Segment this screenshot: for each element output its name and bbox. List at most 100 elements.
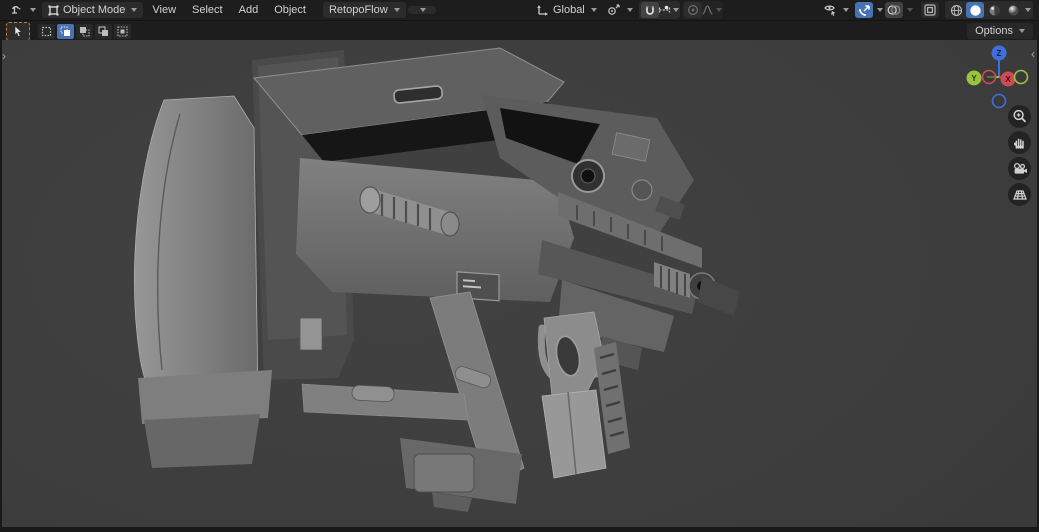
shading-wireframe-button[interactable] (947, 2, 965, 18)
3d-viewport[interactable]: › ‹ Z Y X (2, 40, 1037, 527)
menu-add[interactable]: Add (232, 2, 266, 18)
pan-button[interactable] (1008, 131, 1031, 154)
chevron-down-icon (877, 8, 884, 12)
axis-y-positive[interactable]: Y (966, 70, 982, 86)
proportional-circle-icon (687, 4, 699, 16)
chevron-down-icon (30, 8, 36, 12)
select-mode-set-button[interactable] (38, 23, 55, 39)
display-cluster (819, 1, 1034, 19)
camera-view-icon (1012, 162, 1028, 176)
select-invert-icon (98, 25, 109, 37)
gizmo-arrow-arc-icon (858, 4, 871, 17)
menu-object[interactable]: Object (267, 2, 313, 18)
toggle-xray-button[interactable] (921, 2, 940, 18)
rifle-3d-model[interactable] (2, 40, 1037, 527)
proportional-falloff-dropdown[interactable] (701, 2, 723, 18)
chevron-down-icon (393, 8, 400, 12)
navigation-gizmo[interactable]: Z Y X (962, 40, 1036, 114)
mode-selector-label: Object Mode (63, 4, 126, 16)
select-mode-subtract-button[interactable] (76, 23, 93, 39)
perspective-grid-button[interactable] (1008, 183, 1031, 206)
select-box-cursor-icon (12, 25, 24, 37)
select-mode-intersect-button[interactable] (114, 23, 131, 39)
editor-type-3d-viewport-icon (10, 4, 24, 16)
zoom-icon (1012, 109, 1027, 124)
axis-z-negative[interactable] (991, 93, 1007, 109)
chevron-down-icon (716, 8, 723, 12)
pivot-point-dropdown[interactable] (603, 2, 637, 18)
transform-cluster: Global (532, 1, 723, 19)
proportional-editing-toggle[interactable] (683, 2, 702, 18)
shading-material-button[interactable] (985, 2, 1003, 18)
toolbar-expand-arrow[interactable]: › (2, 50, 6, 62)
xray-squares-icon (924, 4, 936, 16)
chevron-down-icon (673, 8, 680, 12)
object-mode-icon (48, 5, 59, 16)
snap-increment-icon (658, 4, 671, 16)
select-extend-icon (60, 25, 71, 37)
chevron-down-icon (590, 8, 597, 12)
smooth-falloff-icon (701, 4, 714, 16)
rifle-geometry (134, 47, 740, 512)
menu-view[interactable]: View (145, 2, 183, 18)
show-gizmo-toggle[interactable] (855, 2, 874, 18)
wireframe-sphere-icon (950, 4, 963, 17)
pan-hand-icon (1012, 135, 1027, 150)
zoom-button[interactable] (1008, 105, 1031, 128)
magnet-icon (644, 4, 656, 16)
active-tool-button[interactable] (6, 21, 30, 41)
snapping-group (638, 1, 680, 19)
chevron-down-icon (907, 8, 914, 12)
shading-solid-button[interactable] (966, 2, 985, 18)
options-label: Options (975, 25, 1013, 37)
perspective-grid-icon (1012, 188, 1028, 202)
retopoflow-dropdown[interactable]: RetopoFlow (322, 2, 406, 18)
axis-x-positive[interactable]: X (1000, 71, 1016, 87)
rendered-sphere-icon (1007, 4, 1020, 17)
retopoflow-label: RetopoFlow (328, 4, 388, 16)
chevron-down-icon (843, 8, 850, 12)
proportional-editing-group (681, 1, 723, 19)
select-mode-invert-button[interactable] (95, 23, 112, 39)
material-preview-sphere-icon (988, 4, 1001, 17)
chevron-down-icon (419, 8, 426, 12)
camera-view-button[interactable] (1008, 157, 1031, 180)
blender-window: Object Mode View Select Add Object Retop… (0, 0, 1039, 532)
select-intersect-icon (117, 25, 128, 37)
select-subtract-icon (79, 26, 90, 37)
chevron-down-icon (131, 8, 138, 12)
select-mode-extend-button[interactable] (57, 23, 74, 39)
orientation-axes-icon (536, 4, 549, 16)
axis-y-negative[interactable] (1013, 69, 1029, 85)
svg-text:Y: Y (971, 74, 977, 83)
select-mode-group (38, 23, 131, 39)
extra-dropdown[interactable] (407, 6, 436, 14)
chevron-down-icon (1019, 29, 1025, 33)
editor-type-button[interactable] (6, 2, 40, 18)
axis-z-positive[interactable]: Z (991, 45, 1007, 61)
shading-mode-group (945, 1, 1034, 19)
menu-select[interactable]: Select (185, 2, 230, 18)
orientation-label: Global (552, 4, 585, 16)
select-set-icon (41, 26, 52, 37)
svg-text:X: X (1005, 75, 1011, 84)
overlays-spheres-icon (887, 4, 901, 16)
object-type-visibility-dropdown[interactable] (819, 2, 853, 18)
transform-orientation-dropdown[interactable]: Global (532, 2, 601, 18)
show-overlays-toggle[interactable] (885, 2, 904, 18)
viewport-side-controls (1008, 105, 1031, 206)
solid-sphere-icon (969, 4, 982, 17)
axis-x-negative[interactable] (981, 69, 997, 85)
pivot-point-icon (607, 4, 621, 16)
chevron-down-icon (626, 8, 633, 12)
shading-rendered-button[interactable] (1004, 2, 1022, 18)
viewport-header: Object Mode View Select Add Object Retop… (0, 0, 1039, 20)
mode-selector-dropdown[interactable]: Object Mode (42, 2, 144, 18)
tool-settings-bar: Options (0, 20, 1039, 41)
options-dropdown[interactable]: Options (967, 23, 1033, 39)
snap-magnet-toggle[interactable] (640, 2, 659, 18)
visibility-dropdown-icon (823, 4, 837, 16)
chevron-down-icon (1025, 8, 1032, 12)
snap-with-dropdown[interactable] (658, 2, 680, 18)
svg-text:Z: Z (997, 49, 1002, 58)
